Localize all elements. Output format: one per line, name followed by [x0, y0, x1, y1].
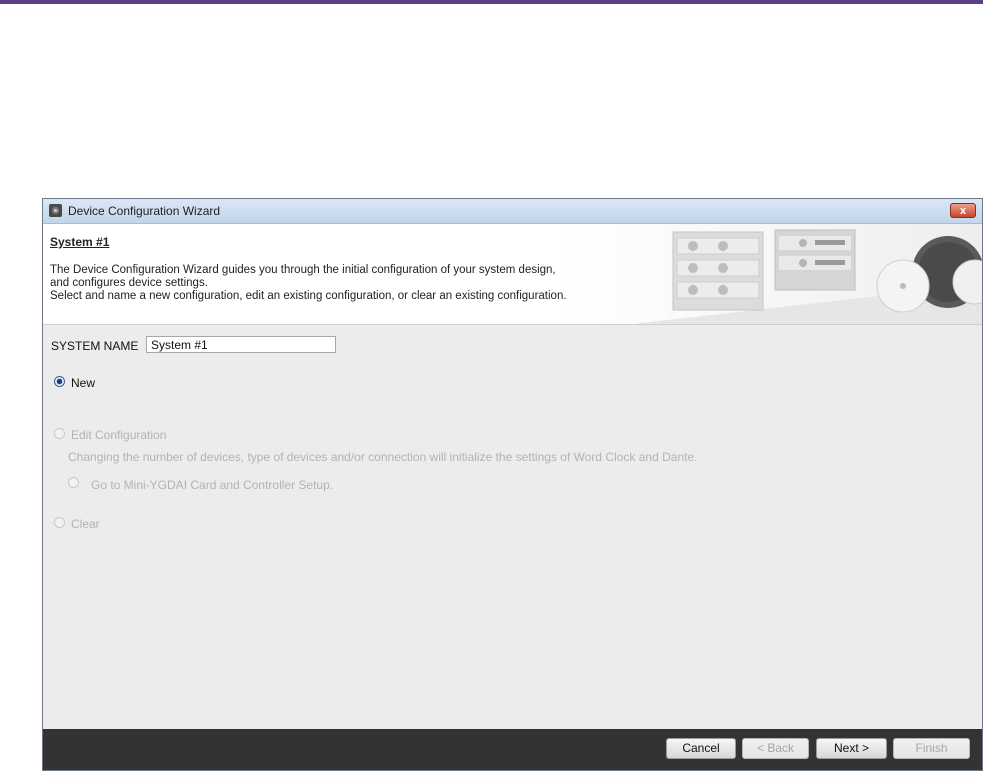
close-button[interactable]: x — [950, 203, 976, 218]
finish-button[interactable]: Finish — [893, 738, 970, 759]
device-product-image — [633, 229, 982, 324]
goto-setup-radio[interactable] — [68, 477, 79, 488]
button-footer: Cancel < Back Next > Finish — [43, 729, 982, 770]
clear-option-label[interactable]: Clear — [71, 517, 100, 531]
new-option-label[interactable]: New — [71, 376, 95, 390]
description-line: Select and name a new configuration, edi… — [50, 290, 567, 302]
edit-configuration-label[interactable]: Edit Configuration — [71, 428, 166, 442]
next-button[interactable]: Next > — [816, 738, 887, 759]
cancel-button[interactable]: Cancel — [666, 738, 736, 759]
system-name-input[interactable] — [146, 336, 336, 353]
header-banner: System #1 The Device Configuration Wizar… — [43, 224, 982, 325]
page-title: System #1 — [50, 235, 110, 249]
window-title: Device Configuration Wizard — [68, 204, 221, 218]
amplifier-rack — [672, 231, 764, 311]
system-name-label: SYSTEM NAME — [51, 339, 139, 353]
new-radio[interactable] — [54, 376, 65, 387]
description-line: The Device Configuration Wizard guides y… — [50, 264, 556, 276]
clear-radio[interactable] — [54, 517, 65, 528]
back-button[interactable]: < Back — [742, 738, 809, 759]
close-icon: x — [959, 205, 967, 217]
app-icon — [49, 204, 62, 217]
edit-configuration-radio[interactable] — [54, 428, 65, 439]
amplifier-unit — [774, 229, 856, 291]
speaker-image — [876, 236, 982, 313]
document-top-rule — [0, 0, 983, 4]
title-bar[interactable]: Device Configuration Wizard x — [43, 199, 982, 224]
banner-description: The Device Configuration Wizard guides y… — [50, 264, 650, 303]
wizard-window: Device Configuration Wizard x System #1 … — [42, 198, 983, 771]
goto-setup-label[interactable]: Go to Mini-YGDAI Card and Controller Set… — [91, 478, 333, 492]
description-line: and configures device settings. — [50, 277, 208, 289]
edit-configuration-note: Changing the number of devices, type of … — [68, 450, 698, 464]
